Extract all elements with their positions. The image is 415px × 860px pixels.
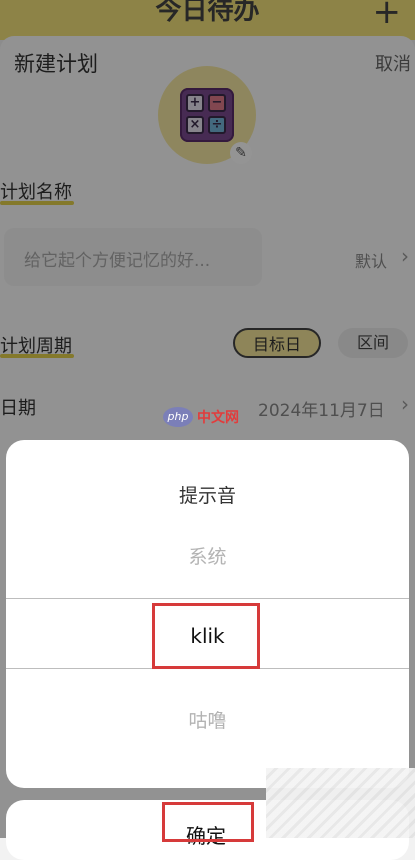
highlight-box-selected	[152, 603, 260, 669]
watermark-text: 中文网	[197, 410, 239, 426]
dialog-title: 提示音	[178, 485, 236, 507]
watermark-logo: php	[163, 407, 193, 427]
sound-option-system[interactable]: 系统	[6, 542, 409, 569]
sound-option-gulu[interactable]: 咕噜	[6, 706, 409, 733]
mosaic-patch	[266, 768, 415, 838]
highlight-box-confirm	[162, 802, 254, 842]
picker-divider-top	[6, 598, 409, 599]
watermark: php 中文网	[163, 404, 239, 430]
